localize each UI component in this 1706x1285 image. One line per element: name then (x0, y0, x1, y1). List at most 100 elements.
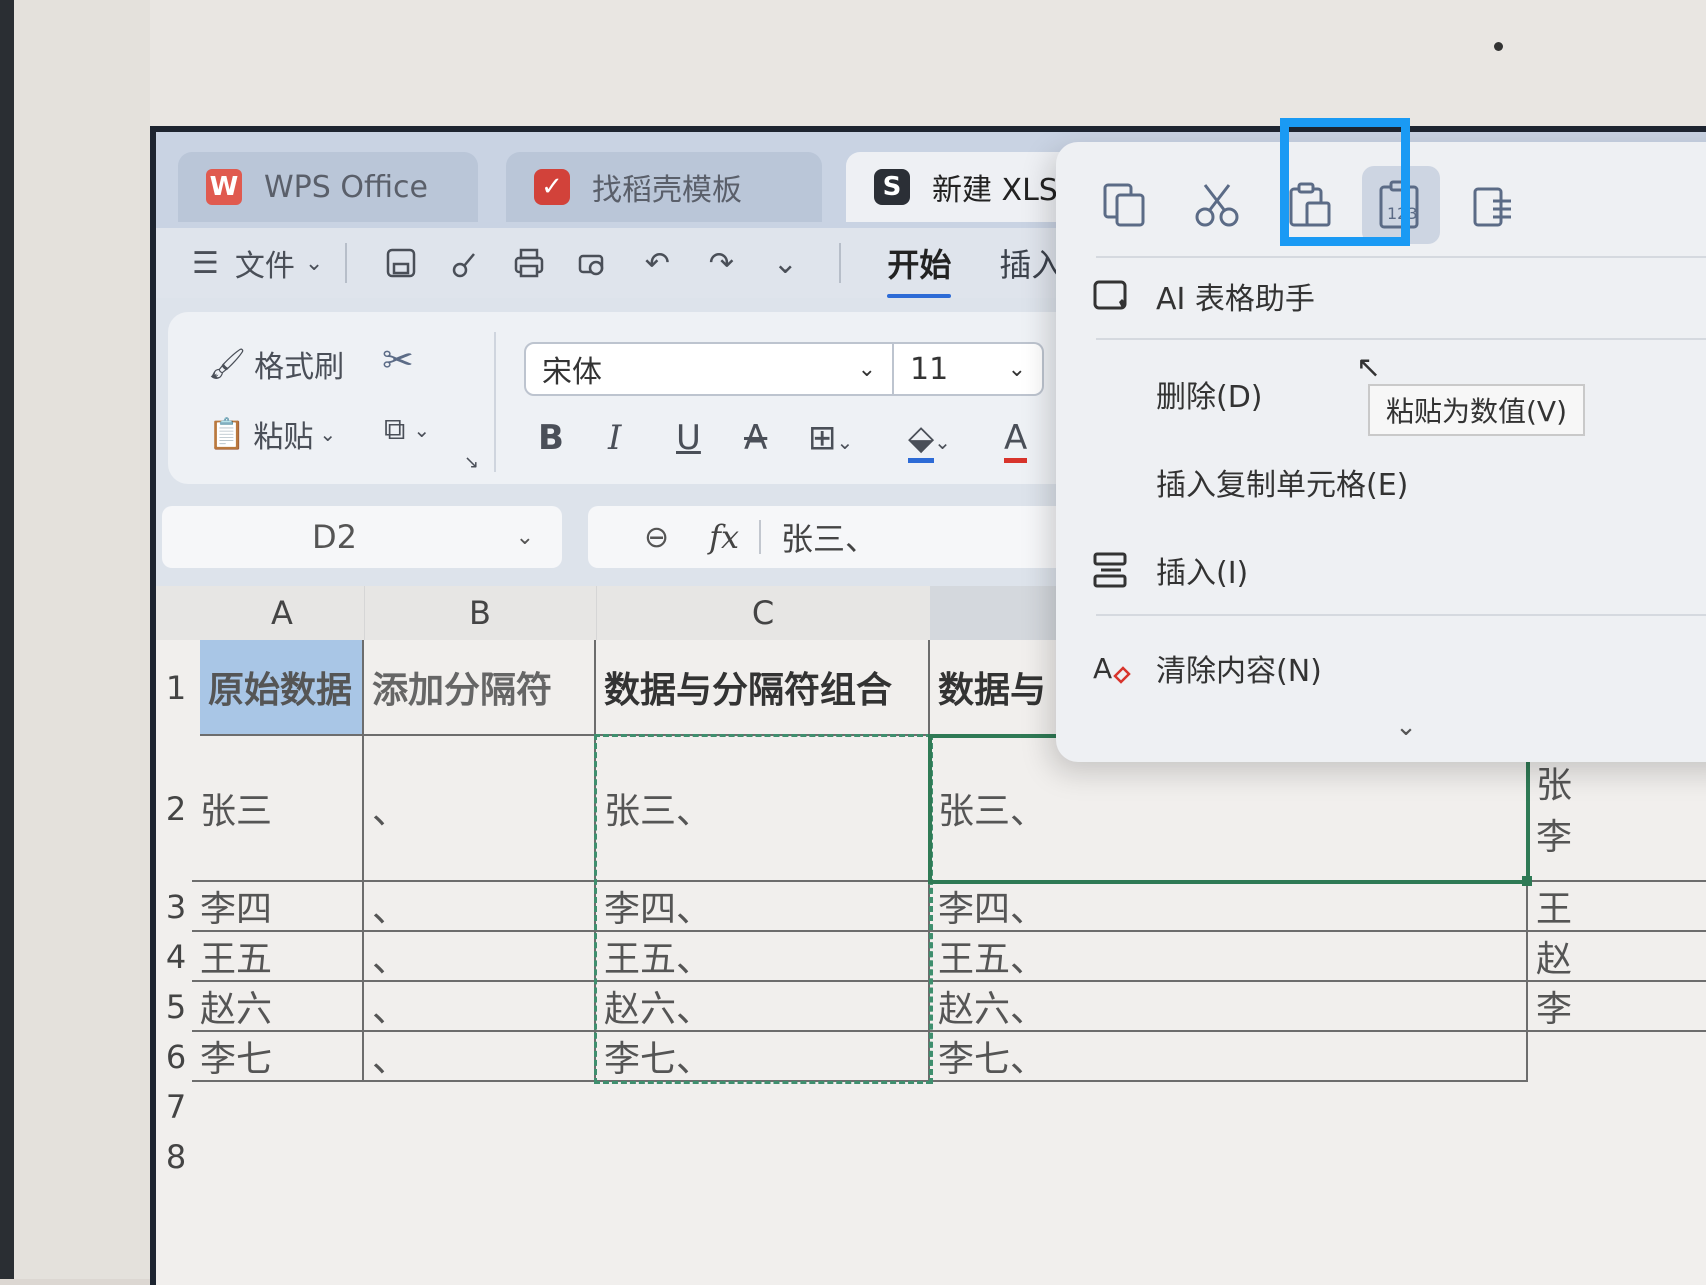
cell-d4[interactable]: 王五、 (930, 932, 1528, 982)
cell-b4[interactable]: 、 (364, 932, 596, 982)
borders-icon: ⊞ (808, 418, 837, 458)
cell-c5[interactable]: 赵六、 (596, 982, 930, 1032)
cell-b6[interactable]: 、 (364, 1032, 596, 1082)
italic-button[interactable]: I (608, 418, 621, 458)
cell-e4[interactable]: 赵 (1528, 932, 1706, 982)
undo-icon[interactable]: ↶ (639, 245, 675, 281)
row-header-4[interactable]: 4 (156, 932, 196, 982)
column-header-b[interactable]: B (364, 586, 597, 640)
chevron-down-icon: ⌄ (413, 417, 431, 442)
divider (759, 520, 762, 554)
more-chevron-icon[interactable]: ⌄ (767, 245, 803, 281)
chevron-down-icon: ⌄ (934, 430, 951, 454)
cell-c4[interactable]: 王五、 (596, 932, 930, 982)
column-header-a[interactable]: A (200, 586, 365, 640)
column-header-c[interactable]: C (596, 586, 931, 640)
font-size-value: 11 (910, 351, 949, 387)
file-menu[interactable]: ☰ 文件 ⌄ (192, 241, 323, 285)
cell-c6[interactable]: 李七、 (596, 1032, 930, 1082)
format-painter-icon: 🖌 (208, 346, 247, 382)
cell-a2[interactable]: 张三 (192, 736, 364, 882)
insert-copied-cells-item[interactable]: 插入复制单元格(E) (1086, 442, 1408, 522)
paste-button[interactable]: 📋 粘贴 ⌄ (208, 412, 336, 456)
copy-icon[interactable] (1086, 166, 1164, 244)
cell-e5[interactable]: 李 (1528, 982, 1706, 1032)
tab-home[interactable]: 开始 (887, 240, 952, 298)
device-edge (0, 0, 14, 1279)
cell-b5[interactable]: 、 (364, 982, 596, 1032)
formula-content: 张三、 (781, 520, 878, 558)
cell-c3[interactable]: 李四、 (596, 882, 930, 932)
cell-b1[interactable]: 添加分隔符 (364, 640, 596, 736)
clear-contents-item[interactable]: A 清除内容(N) (1086, 628, 1322, 708)
ai-assistant-item[interactable]: AI 表格助手 (1086, 260, 1315, 332)
font-name-select[interactable]: 宋体 ⌄ (524, 342, 894, 396)
copy-icon: ⧉ (384, 412, 406, 447)
row-header-1[interactable]: 1 (156, 640, 196, 736)
row-header-6[interactable]: 6 (156, 1032, 196, 1082)
cell-c1[interactable]: 数据与分隔符组合 (596, 640, 930, 736)
chevron-down-icon: ⌄ (857, 356, 876, 382)
cell-a4[interactable]: 王五 (192, 932, 364, 982)
cell-b2[interactable]: 、 (364, 736, 596, 882)
redo-icon[interactable]: ↷ (703, 245, 739, 281)
row-header-7[interactable]: 7 (156, 1082, 196, 1132)
share-icon[interactable] (447, 245, 483, 281)
divider (1096, 614, 1706, 616)
cut-icon[interactable] (1178, 166, 1256, 244)
divider (839, 243, 842, 283)
underline-button[interactable]: U (676, 418, 701, 458)
font-name-value: 宋体 (542, 355, 602, 390)
zoom-search-icon[interactable]: ⊖ (644, 520, 669, 555)
tab-wps-office[interactable]: W WPS Office (178, 152, 478, 222)
fx-icon[interactable]: fx (709, 518, 739, 556)
print-icon[interactable] (511, 245, 547, 281)
name-box[interactable]: D2 ⌄ (162, 506, 562, 568)
row-header-5[interactable]: 5 (156, 982, 196, 1032)
cell-d6[interactable]: 李七、 (930, 1032, 1528, 1082)
paste-values-tooltip: 粘贴为数值(V) (1368, 384, 1586, 436)
delete-item[interactable]: 删除(D) (1086, 354, 1263, 434)
paste-special-icon[interactable] (1454, 166, 1532, 244)
tab-label: WPS Office (264, 169, 428, 205)
row-header-8[interactable]: 8 (156, 1132, 196, 1182)
hamburger-icon: ☰ (192, 245, 219, 281)
svg-text:A: A (1093, 652, 1112, 685)
cell-d5[interactable]: 赵六、 (930, 982, 1528, 1032)
cell-c2[interactable]: 张三、 (596, 736, 930, 882)
camera-dot (1494, 42, 1503, 51)
borders-button[interactable]: ⊞⌄ (808, 418, 853, 458)
cell-a1[interactable]: 原始数据 (200, 640, 364, 736)
cut-icon[interactable]: ✂ (382, 338, 414, 382)
fill-handle[interactable] (1522, 876, 1532, 886)
cell-reference: D2 (312, 518, 357, 556)
bold-button[interactable]: B (538, 418, 564, 458)
copy-button[interactable]: ⧉ ⌄ (384, 412, 430, 447)
cell-a3[interactable]: 李四 (192, 882, 364, 932)
font-color-button[interactable]: A (1004, 418, 1028, 463)
expand-more-icon[interactable]: ⌄ (1056, 712, 1706, 752)
format-painter-label: 格式刷 (254, 350, 345, 385)
row-header-2[interactable]: 2 (156, 736, 196, 882)
clear-icon: A (1086, 643, 1136, 693)
save-icon[interactable] (383, 245, 419, 281)
dialog-launcher-icon[interactable]: ↘ (464, 452, 479, 473)
file-menu-label: 文件 (234, 249, 295, 284)
fill-color-button[interactable]: ⬙⌄ (908, 418, 951, 463)
format-painter-button[interactable]: 🖌 格式刷 (208, 342, 344, 386)
cell-e3[interactable]: 王 (1528, 882, 1706, 932)
cell-b3[interactable]: 、 (364, 882, 596, 932)
row-header-3[interactable]: 3 (156, 882, 196, 932)
tab-insert[interactable]: 插入 (999, 240, 1063, 286)
font-size-select[interactable]: 11 ⌄ (894, 342, 1044, 396)
strikethrough-button[interactable]: A (744, 418, 767, 458)
insert-item[interactable]: 插入(I) (1086, 530, 1248, 610)
print-preview-icon[interactable] (575, 245, 611, 281)
chevron-down-icon: ⌄ (319, 422, 337, 446)
cell-d3[interactable]: 李四、 (930, 882, 1528, 932)
cell-a5[interactable]: 赵六 (192, 982, 364, 1032)
divider (1096, 338, 1706, 340)
tab-docer-templates[interactable]: ✓ 找稻壳模板 (506, 152, 822, 222)
cell-a6[interactable]: 李七 (192, 1032, 364, 1082)
docer-logo-icon: ✓ (534, 169, 570, 205)
